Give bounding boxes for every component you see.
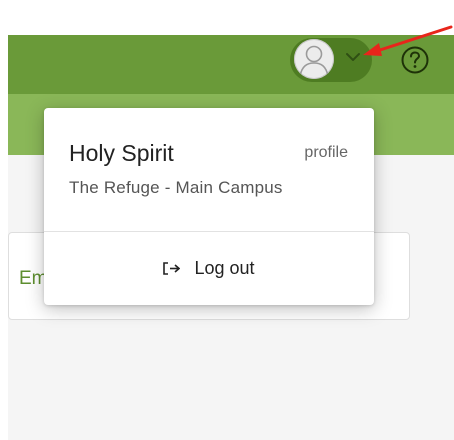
user-avatar-icon[interactable]	[294, 39, 334, 79]
red-arrow-annotation	[355, 15, 454, 65]
profile-link[interactable]: profile	[304, 144, 348, 162]
user-name: Holy Spirit	[69, 140, 174, 166]
logout-button[interactable]: Log out	[44, 232, 374, 305]
logout-icon	[163, 262, 181, 275]
campus-name: The Refuge - Main Campus	[69, 178, 283, 197]
logout-label: Log out	[194, 258, 255, 278]
user-dropdown-menu: Holy Spirit profile The Refuge - Main Ca…	[44, 108, 374, 305]
